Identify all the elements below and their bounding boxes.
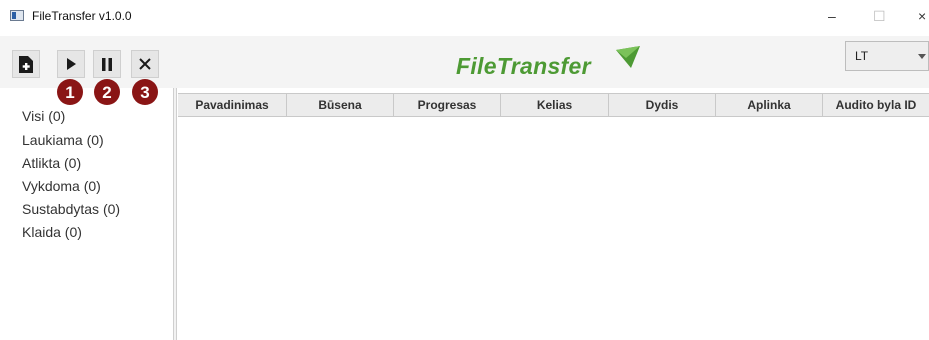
column-header-audit-file-id[interactable]: Audito byla ID bbox=[823, 94, 929, 116]
title-bar: FileTransfer v1.0.0 – ☐ × bbox=[0, 0, 929, 36]
start-button[interactable] bbox=[57, 50, 85, 78]
close-icon bbox=[139, 58, 151, 70]
play-icon bbox=[67, 58, 76, 70]
table-header: Pavadinimas Būsena Progresas Kelias Dydi… bbox=[178, 93, 929, 117]
add-file-icon bbox=[19, 55, 33, 73]
maximize-button[interactable]: ☐ bbox=[873, 8, 886, 24]
column-header-status[interactable]: Būsena bbox=[287, 94, 394, 116]
window-title: FileTransfer v1.0.0 bbox=[32, 9, 132, 23]
app-window-icon bbox=[10, 10, 24, 21]
logo-text: FileTransfer bbox=[456, 53, 591, 79]
pause-icon bbox=[102, 57, 112, 71]
sidebar-item-running[interactable]: Vykdoma (0) bbox=[22, 178, 101, 194]
close-window-button[interactable]: × bbox=[918, 8, 926, 24]
sidebar-item-all[interactable]: Visi (0) bbox=[22, 108, 65, 124]
sidebar-item-pending[interactable]: Laukiama (0) bbox=[22, 132, 104, 148]
chevron-down-icon bbox=[918, 54, 926, 59]
transfers-table: Pavadinimas Būsena Progresas Kelias Dydi… bbox=[178, 93, 929, 340]
sidebar-item-paused[interactable]: Sustabdytas (0) bbox=[22, 201, 120, 217]
sidebar-item-error[interactable]: Klaida (0) bbox=[22, 224, 82, 240]
language-value: LT bbox=[855, 49, 869, 63]
panel-divider[interactable] bbox=[173, 88, 177, 340]
column-header-path[interactable]: Kelias bbox=[501, 94, 609, 116]
language-select[interactable]: LT bbox=[845, 41, 929, 71]
status-filter-sidebar: Visi (0) Laukiama (0) Atlikta (0) Vykdom… bbox=[10, 88, 172, 340]
minimize-button[interactable]: – bbox=[828, 8, 836, 24]
paper-plane-icon bbox=[616, 46, 640, 68]
cancel-button[interactable] bbox=[131, 50, 159, 78]
sidebar-item-done[interactable]: Atlikta (0) bbox=[22, 155, 81, 171]
column-header-environment[interactable]: Aplinka bbox=[716, 94, 823, 116]
column-header-name[interactable]: Pavadinimas bbox=[178, 94, 287, 116]
column-header-progress[interactable]: Progresas bbox=[394, 94, 501, 116]
add-file-button[interactable] bbox=[12, 50, 40, 78]
column-header-size[interactable]: Dydis bbox=[609, 94, 716, 116]
pause-button[interactable] bbox=[93, 50, 121, 78]
